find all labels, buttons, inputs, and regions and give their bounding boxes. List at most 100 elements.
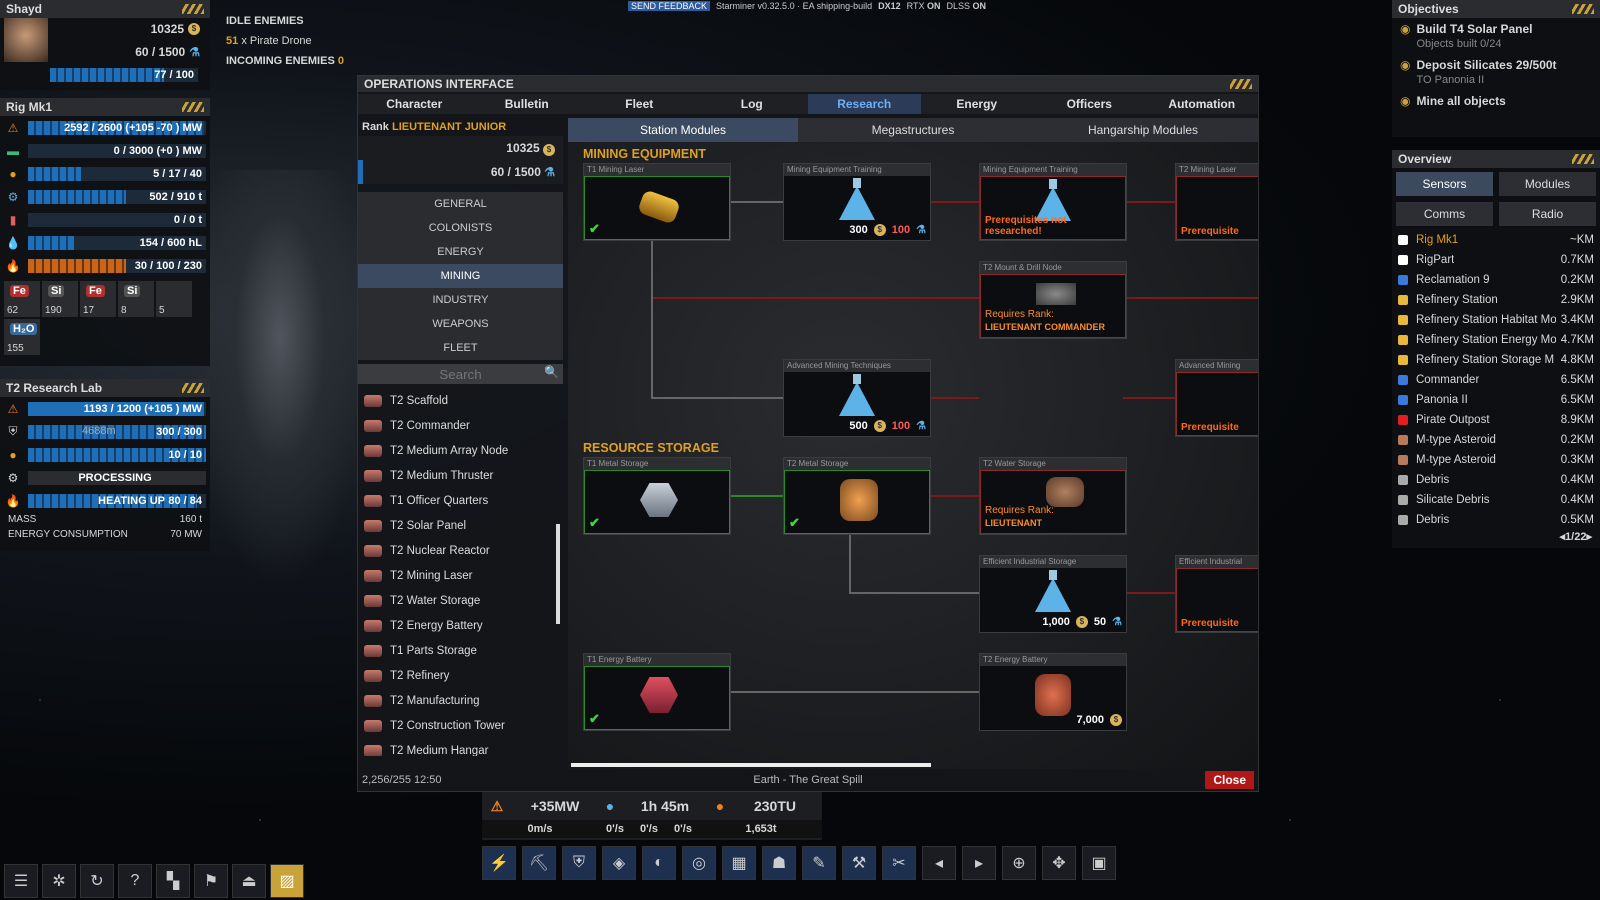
player-avatar[interactable]: [4, 18, 48, 62]
modules-button[interactable]: Modules: [1499, 172, 1596, 196]
cycle-icon[interactable]: ↻: [80, 864, 114, 898]
overview-row[interactable]: Reclamation 9 0.2KM: [1392, 270, 1600, 290]
help-icon[interactable]: ?: [118, 864, 152, 898]
resource-slot[interactable]: Si 190: [42, 281, 78, 317]
module-list-item[interactable]: T2 Water Storage: [358, 588, 563, 613]
stripes-icon[interactable]: ▨: [270, 864, 304, 898]
objective-item[interactable]: ◉ Deposit Silicates 29/500t TO Panonia II: [1392, 54, 1600, 90]
build-hotkey-icon[interactable]: ✎: [802, 846, 836, 880]
node-advanced-mining-techniques[interactable]: Advanced Mining Techniques 500 $100 ⚗: [783, 359, 931, 437]
module-list-item[interactable]: T2 Manufacturing: [358, 688, 563, 713]
category-mining[interactable]: MINING: [358, 264, 563, 288]
tab-log[interactable]: Log: [696, 94, 809, 114]
node-t1-mining-laser[interactable]: T1 Mining Laser ✔: [583, 163, 731, 241]
module-list-item[interactable]: T2 Medium Thruster: [358, 463, 563, 488]
overview-row[interactable]: Pirate Outpost 8.9KM: [1392, 410, 1600, 430]
search-box[interactable]: 🔍: [358, 364, 563, 384]
node-t2-metal-storage[interactable]: T2 Metal Storage ✔: [783, 457, 931, 535]
radio-button[interactable]: Radio: [1499, 202, 1596, 226]
overview-pager[interactable]: ◂1/22▸: [1392, 530, 1600, 543]
module-list-item[interactable]: T2 Commander: [358, 413, 563, 438]
category-energy[interactable]: ENERGY: [358, 240, 563, 264]
lock-icon[interactable]: ▣: [1082, 846, 1116, 880]
module-list-item[interactable]: T2 Energy Battery: [358, 613, 563, 638]
close-button[interactable]: Close: [1205, 771, 1254, 789]
resource-slot[interactable]: Si 8: [118, 281, 154, 317]
overview-row[interactable]: Commander 6.5KM: [1392, 370, 1600, 390]
menu-icon[interactable]: ☰: [4, 864, 38, 898]
move-left-icon[interactable]: ◂: [922, 846, 956, 880]
overview-row[interactable]: M-type Asteroid 0.3KM: [1392, 450, 1600, 470]
category-weapons[interactable]: WEAPONS: [358, 312, 563, 336]
shield-hotkey-icon[interactable]: ⛨: [562, 846, 596, 880]
node-t2-water-storage[interactable]: T2 Water Storage Requires Rank: LIEUTENANT: [979, 457, 1127, 535]
tab-character[interactable]: Character: [358, 94, 471, 114]
overview-row[interactable]: Refinery Station Habitat Mo 3.4KM: [1392, 310, 1600, 330]
target-hotkey-icon[interactable]: ◎: [682, 846, 716, 880]
tool-hotkey-icon[interactable]: ✂: [882, 846, 916, 880]
mining-hotkey-icon[interactable]: ⛏: [522, 846, 556, 880]
module-list-item[interactable]: T2 Nuclear Reactor: [358, 538, 563, 563]
subtab-hangarship-modules[interactable]: Hangarship Modules: [1028, 118, 1258, 142]
dpad-icon[interactable]: ✥: [1042, 846, 1076, 880]
center-icon[interactable]: ⊕: [1002, 846, 1036, 880]
grid-icon[interactable]: ▚: [156, 864, 190, 898]
resource-slot[interactable]: Fe 62: [4, 281, 40, 317]
module-list-item[interactable]: T2 Construction Tower: [358, 713, 563, 738]
module-list-item[interactable]: T2 Refinery: [358, 663, 563, 688]
overview-row[interactable]: Refinery Station Energy Mo 4.7KM: [1392, 330, 1600, 350]
module-list-item[interactable]: T1 Parts Storage: [358, 638, 563, 663]
power-hotkey-icon[interactable]: ⚡: [482, 846, 516, 880]
drone-hotkey-icon[interactable]: ◈: [602, 846, 636, 880]
tree-scrollbar[interactable]: [571, 763, 931, 767]
search-icon[interactable]: 🔍: [544, 365, 559, 379]
crew-hotkey-icon[interactable]: ☗: [762, 846, 796, 880]
subtab-megastructures[interactable]: Megastructures: [798, 118, 1028, 142]
overview-row[interactable]: M-type Asteroid 0.2KM: [1392, 430, 1600, 450]
resource-slot[interactable]: Fe 17: [80, 281, 116, 317]
network-icon[interactable]: ✲: [42, 864, 76, 898]
category-fleet[interactable]: FLEET: [358, 336, 563, 360]
node-mining-equipment-training[interactable]: Mining Equipment Training 300 $100 ⚗: [783, 163, 931, 241]
tab-fleet[interactable]: Fleet: [583, 94, 696, 114]
module-list-item[interactable]: T2 Solar Panel: [358, 513, 563, 538]
subtab-station-modules[interactable]: Station Modules: [568, 118, 798, 142]
comms-button[interactable]: Comms: [1396, 202, 1493, 226]
node-mining-equipment-training-2[interactable]: Mining Equipment Training Prerequisites n…: [979, 163, 1127, 241]
cargo-hotkey-icon[interactable]: ▦: [722, 846, 756, 880]
category-general[interactable]: GENERAL: [358, 192, 563, 216]
list-scrollbar[interactable]: [556, 524, 560, 624]
node-efficient-industrial-storage[interactable]: Efficient Industrial Storage 1,000 $50 ⚗: [979, 555, 1127, 633]
node-t1-metal-storage[interactable]: T1 Metal Storage ✔: [583, 457, 731, 535]
tab-officers[interactable]: Officers: [1033, 94, 1146, 114]
resource-slot[interactable]: H₂O 155: [4, 319, 40, 355]
search-input[interactable]: [358, 364, 563, 384]
objective-item[interactable]: ◉ Mine all objects: [1392, 90, 1600, 114]
node-advanced-mining[interactable]: Advanced Mining Prerequisite: [1175, 359, 1258, 437]
move-right-icon[interactable]: ▸: [962, 846, 996, 880]
overview-row[interactable]: Debris 0.5KM: [1392, 510, 1600, 530]
module-list-item[interactable]: T2 Mining Laser: [358, 563, 563, 588]
category-industry[interactable]: INDUSTRY: [358, 288, 563, 312]
overview-row[interactable]: RigPart 0.7KM: [1392, 250, 1600, 270]
overview-row[interactable]: Refinery Station Storage M 4.8KM: [1392, 350, 1600, 370]
overview-row[interactable]: Rig Mk1 ~KM: [1392, 230, 1600, 250]
overview-row[interactable]: Debris 0.4KM: [1392, 470, 1600, 490]
category-colonists[interactable]: COLONISTS: [358, 216, 563, 240]
module-list-item[interactable]: T2 Scaffold: [358, 388, 563, 413]
module-list-item[interactable]: T2 Medium Array Node: [358, 438, 563, 463]
tab-energy[interactable]: Energy: [921, 94, 1034, 114]
resource-slot[interactable]: 5: [156, 281, 192, 317]
node-efficient-industrial[interactable]: Efficient Industrial Prerequisite: [1175, 555, 1258, 633]
repair-hotkey-icon[interactable]: ⚒: [842, 846, 876, 880]
overview-row[interactable]: Panonia II 6.5KM: [1392, 390, 1600, 410]
module-list-item[interactable]: T2 Medium Hangar: [358, 738, 563, 756]
flag-icon[interactable]: ⚑: [194, 864, 228, 898]
overview-row[interactable]: Silicate Debris 0.4KM: [1392, 490, 1600, 510]
overview-row[interactable]: Refinery Station 2.9KM: [1392, 290, 1600, 310]
node-t2-mining-laser[interactable]: T2 Mining Laser Prerequisite: [1175, 163, 1258, 241]
eject-icon[interactable]: ⏏: [232, 864, 266, 898]
objective-item[interactable]: ◉ Build T4 Solar Panel Objects built 0/24: [1392, 18, 1600, 54]
node-t2-mount-drill[interactable]: T2 Mount & Drill Node Requires Rank: LIEUT…: [979, 261, 1127, 339]
tab-automation[interactable]: Automation: [1146, 94, 1259, 114]
